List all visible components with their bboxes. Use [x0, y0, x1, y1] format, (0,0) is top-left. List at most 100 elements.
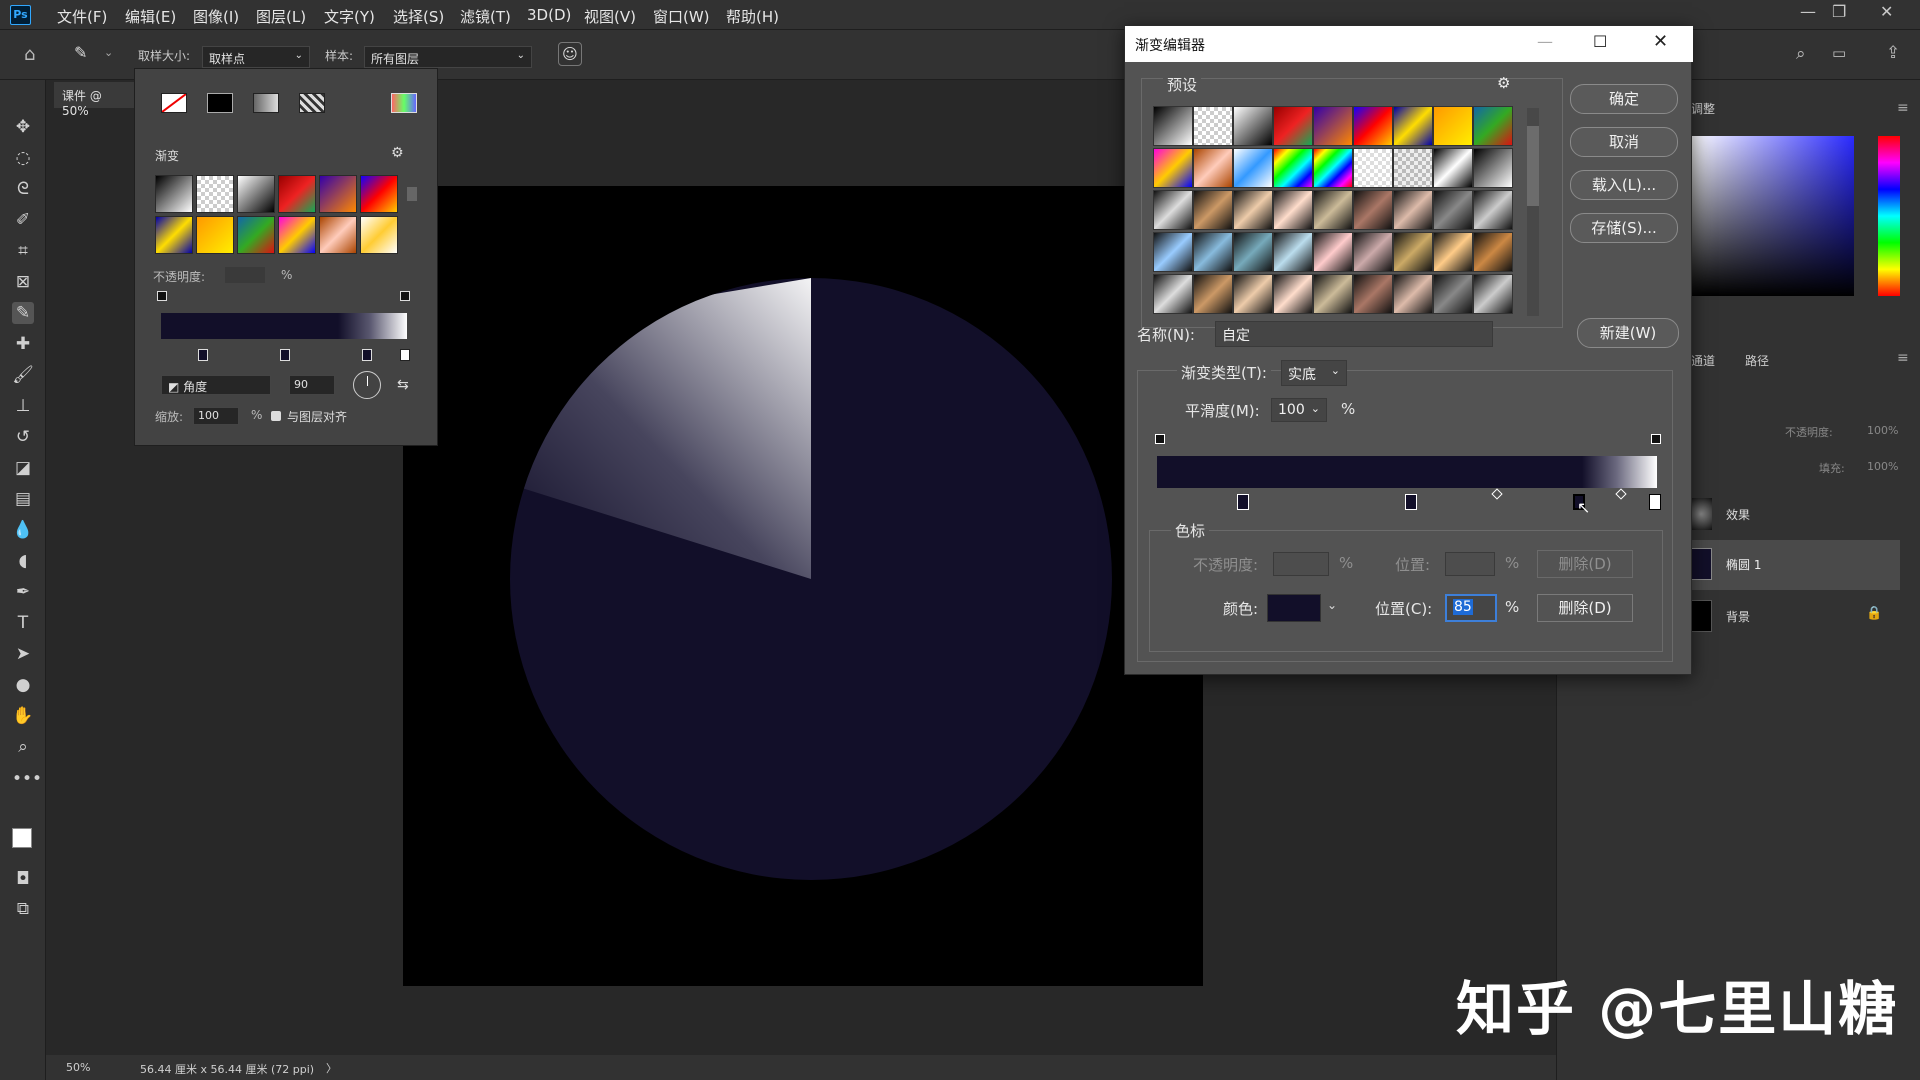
preset-swatch[interactable] — [1313, 106, 1353, 146]
preset-swatch[interactable] — [1393, 232, 1433, 272]
channels-tab[interactable]: 通道 — [1691, 352, 1715, 369]
gradient-bar[interactable] — [161, 313, 407, 339]
close-icon[interactable]: ✕ — [1880, 2, 1893, 21]
preset-swatch[interactable] — [1153, 190, 1193, 230]
preset-swatch[interactable] — [1153, 274, 1193, 314]
status-expand-icon[interactable]: 〉 — [326, 1060, 337, 1076]
opacity-stop[interactable] — [157, 291, 167, 301]
gradient-swatch[interactable] — [360, 175, 398, 213]
preset-swatch[interactable] — [1193, 148, 1233, 188]
gradient-swatch[interactable] — [319, 216, 357, 254]
gradient-swatch[interactable] — [196, 175, 234, 213]
preset-swatch[interactable] — [1313, 148, 1353, 188]
screen-mode-icon[interactable]: ⧉ — [12, 898, 34, 920]
color-stop[interactable] — [362, 349, 372, 361]
preset-swatch[interactable] — [1353, 106, 1393, 146]
move-tool-icon[interactable]: ✥ — [12, 116, 34, 138]
brush-tool-icon[interactable]: 🖌 — [12, 364, 34, 386]
panel-menu-icon[interactable]: ≡ — [1897, 100, 1909, 116]
preset-swatch[interactable] — [1233, 148, 1273, 188]
ellipse-tool-icon[interactable]: ● — [12, 674, 34, 696]
preset-swatch[interactable] — [1433, 190, 1473, 230]
menu-filter[interactable]: 滤镜(T) — [460, 6, 511, 27]
preset-swatch[interactable] — [1153, 148, 1193, 188]
scale-input[interactable]: 100 — [193, 407, 239, 425]
sample-select[interactable]: 所有图层 ⌄ — [364, 46, 532, 68]
preset-swatch[interactable] — [1273, 190, 1313, 230]
preset-swatch[interactable] — [1233, 232, 1273, 272]
opacity-stop[interactable] — [1155, 434, 1165, 444]
preset-swatch[interactable] — [1313, 190, 1353, 230]
preset-swatch[interactable] — [1233, 274, 1273, 314]
opacity-stop[interactable] — [400, 291, 410, 301]
preset-swatch[interactable] — [1473, 274, 1513, 314]
preset-swatch[interactable] — [1353, 232, 1393, 272]
quick-mask-icon[interactable]: ◘ — [12, 868, 34, 890]
foreground-color-swatch[interactable] — [12, 828, 32, 848]
share-icon[interactable]: ⇪ — [1886, 43, 1900, 63]
preset-swatch[interactable] — [1433, 232, 1473, 272]
gradient-preview-bar[interactable] — [1157, 456, 1657, 488]
home-icon[interactable]: ⌂ — [24, 44, 35, 65]
preset-scrollbar[interactable] — [1527, 108, 1539, 316]
gradient-swatch[interactable] — [237, 216, 275, 254]
layer-row[interactable]: 背景 🔒 — [1690, 592, 1900, 642]
gradient-tool-icon[interactable]: ▤ — [12, 488, 34, 510]
menu-select[interactable]: 选择(S) — [393, 6, 444, 27]
paths-tab[interactable]: 路径 — [1745, 352, 1769, 369]
quick-select-tool-icon[interactable]: ✐ — [12, 209, 34, 231]
menu-help[interactable]: 帮助(H) — [726, 6, 779, 27]
hue-slider[interactable] — [1878, 136, 1900, 296]
history-brush-tool-icon[interactable]: ↺ — [12, 426, 34, 448]
chevron-down-icon[interactable]: ⌄ — [1327, 598, 1337, 612]
preset-swatch[interactable] — [1273, 274, 1313, 314]
preset-swatch[interactable] — [1473, 148, 1513, 188]
ok-button[interactable]: 确定 — [1570, 84, 1678, 114]
menu-type[interactable]: 文字(Y) — [324, 6, 375, 27]
sample-size-select[interactable]: 取样点 ⌄ — [202, 46, 310, 68]
smoothness-field[interactable]: 100 ⌄ — [1271, 398, 1327, 422]
align-checkbox[interactable] — [271, 411, 281, 421]
layer-opacity-value[interactable]: 100% — [1867, 424, 1898, 437]
gradient-style-select[interactable]: ◩ 角度 — [161, 375, 271, 395]
preset-swatch[interactable] — [1233, 190, 1273, 230]
crop-tool-icon[interactable]: ⌗ — [12, 240, 34, 262]
lasso-tool-icon[interactable]: ᘓ — [12, 178, 34, 200]
adjust-tab[interactable]: 调整 — [1691, 100, 1715, 117]
menu-3d[interactable]: 3D(D) — [527, 6, 571, 24]
preset-swatch[interactable] — [1273, 232, 1313, 272]
gradient-swatch[interactable] — [237, 175, 275, 213]
workspace-icon[interactable]: ▭ — [1832, 44, 1846, 62]
menu-image[interactable]: 图像(I) — [193, 6, 239, 27]
blur-tool-icon[interactable]: 💧 — [12, 519, 34, 541]
menu-edit[interactable]: 编辑(E) — [125, 6, 176, 27]
type-select[interactable]: 实底 ⌄ — [1281, 360, 1347, 386]
fill-none-icon[interactable] — [161, 93, 187, 113]
preset-swatch[interactable] — [1273, 148, 1313, 188]
search-icon[interactable]: ⌕ — [1796, 44, 1806, 64]
eyedropper-tool-icon[interactable]: ✎ — [12, 302, 34, 324]
preset-swatch[interactable] — [1193, 190, 1233, 230]
gradient-swatch[interactable] — [155, 175, 193, 213]
healing-tool-icon[interactable]: ✚ — [12, 333, 34, 355]
menu-window[interactable]: 窗口(W) — [653, 6, 710, 27]
eyedropper-tool-icon[interactable]: ✎ — [74, 43, 87, 62]
preset-swatch[interactable] — [1353, 148, 1393, 188]
more-tools-icon[interactable]: ••• — [12, 768, 42, 790]
zoom-readout[interactable]: 50% — [66, 1061, 90, 1074]
gradient-swatch[interactable] — [319, 175, 357, 213]
layer-row[interactable]: 效果 — [1690, 490, 1900, 540]
preset-swatch[interactable] — [1153, 106, 1193, 146]
path-select-tool-icon[interactable]: ➤ — [12, 643, 34, 665]
preset-swatch[interactable] — [1313, 274, 1353, 314]
zoom-tool-icon[interactable]: ⌕ — [12, 736, 34, 758]
fill-pattern-icon[interactable] — [299, 93, 325, 113]
show-sampling-ring-icon[interactable]: ☺ — [558, 42, 582, 66]
gradient-swatch[interactable] — [155, 216, 193, 254]
color-stop[interactable] — [280, 349, 290, 361]
stamp-tool-icon[interactable]: ⊥ — [12, 395, 34, 417]
opacity-stop[interactable] — [1651, 434, 1661, 444]
hand-tool-icon[interactable]: ✋ — [12, 705, 34, 727]
maximize-icon[interactable]: ☐ — [1593, 32, 1607, 51]
preset-swatch[interactable] — [1473, 190, 1513, 230]
